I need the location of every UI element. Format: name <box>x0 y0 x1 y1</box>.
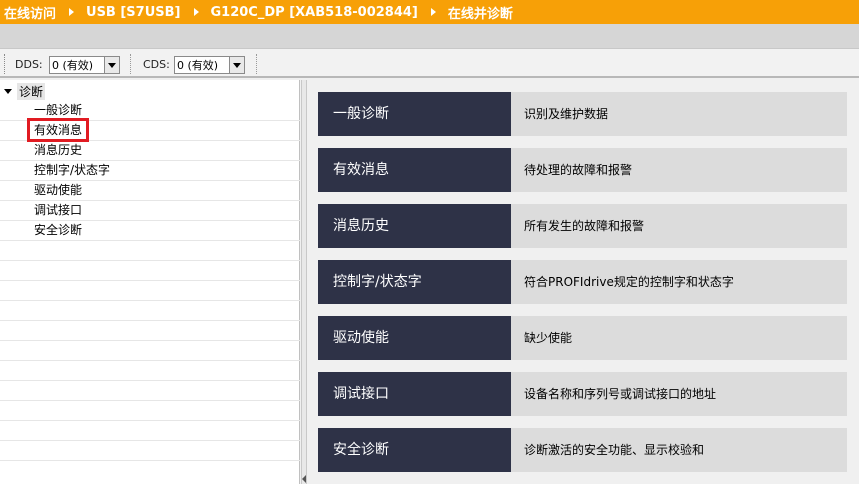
row-divider <box>0 360 300 361</box>
card-description: 设备名称和序列号或调试接口的地址 <box>511 372 847 416</box>
breadcrumb-usb[interactable]: USB [S7USB] <box>86 5 180 20</box>
panel-splitter[interactable] <box>301 80 307 484</box>
row-divider <box>0 280 300 281</box>
card-general-diagnostics[interactable]: 一般诊断 识别及维护数据 <box>318 92 847 136</box>
breadcrumb-separator-icon <box>193 8 199 16</box>
breadcrumb-device[interactable]: G120C_DP [XAB518-002844] <box>211 5 418 20</box>
tree-root-diagnostics[interactable]: 诊断 <box>4 82 46 100</box>
card-safety-diagnostics[interactable]: 安全诊断 诊断激活的安全功能、显示校验和 <box>318 428 847 472</box>
chevron-down-icon <box>108 62 116 68</box>
card-control-status-word[interactable]: 控制字/状态字 符合PROFIdrive规定的控制字和状态字 <box>318 260 847 304</box>
card-message-history[interactable]: 消息历史 所有发生的故障和报警 <box>318 204 847 248</box>
row-divider <box>0 440 300 441</box>
header-strip <box>0 24 859 48</box>
breadcrumb-separator-icon <box>69 8 75 16</box>
breadcrumb-separator-icon <box>430 8 436 16</box>
tree-root-label: 诊断 <box>17 82 46 100</box>
card-title[interactable]: 一般诊断 <box>318 92 511 136</box>
card-title[interactable]: 驱动使能 <box>318 316 511 360</box>
card-title[interactable]: 控制字/状态字 <box>318 260 511 304</box>
collapse-arrow-icon[interactable] <box>4 88 12 94</box>
card-title[interactable]: 安全诊断 <box>318 428 511 472</box>
cds-dropdown-button[interactable] <box>229 57 244 73</box>
tree-item-control-status-word[interactable]: 控制字/状态字 <box>34 161 110 179</box>
card-title[interactable]: 有效消息 <box>318 148 511 192</box>
breadcrumb-online-diagnostics: 在线并诊断 <box>447 6 513 22</box>
tree-item-active-messages[interactable]: 有效消息 <box>26 118 90 142</box>
cds-label: CDS: <box>143 58 170 71</box>
toolbar-divider <box>256 54 257 74</box>
card-description: 诊断激活的安全功能、显示校验和 <box>511 428 847 472</box>
card-drive-enable[interactable]: 驱动使能 缺少使能 <box>318 316 847 360</box>
tree-item-safety-diagnostics[interactable]: 安全诊断 <box>34 221 82 239</box>
dds-dropdown-button[interactable] <box>104 57 119 73</box>
row-divider <box>0 240 300 241</box>
tree-item-message-history[interactable]: 消息历史 <box>34 141 82 159</box>
dds-select[interactable]: 0 (有效) <box>49 56 120 74</box>
chevron-down-icon <box>233 62 241 68</box>
cds-select-value: 0 (有效) <box>177 59 219 72</box>
row-divider <box>0 460 300 461</box>
row-divider <box>0 420 300 421</box>
card-description: 缺少使能 <box>511 316 847 360</box>
toolbar-grip[interactable] <box>4 54 6 74</box>
card-description: 待处理的故障和报警 <box>511 148 847 192</box>
row-divider <box>0 380 300 381</box>
dds-label: DDS: <box>15 58 43 71</box>
breadcrumb-online-access[interactable]: 在线访问 <box>4 3 56 22</box>
tree-item-general-diagnostics[interactable]: 一般诊断 <box>34 101 82 119</box>
card-active-messages[interactable]: 有效消息 待处理的故障和报警 <box>318 148 847 192</box>
diagnostics-overview: 一般诊断 识别及维护数据 有效消息 待处理的故障和报警 消息历史 所有发生的故障… <box>308 80 859 484</box>
row-divider <box>0 300 300 301</box>
toolbar-divider <box>130 54 131 74</box>
row-divider <box>0 340 300 341</box>
collapse-left-icon[interactable] <box>302 475 306 483</box>
card-description: 符合PROFIdrive规定的控制字和状态字 <box>511 260 847 304</box>
cds-select[interactable]: 0 (有效) <box>174 56 245 74</box>
card-title[interactable]: 调试接口 <box>318 372 511 416</box>
tree-item-drive-enable[interactable]: 驱动使能 <box>34 181 82 199</box>
toolbar: DDS: 0 (有效) CDS: 0 (有效) <box>0 48 859 78</box>
card-description: 识别及维护数据 <box>511 92 847 136</box>
breadcrumb: 在线访问 USB [S7USB] G120C_DP [XAB518-002844… <box>0 0 859 24</box>
row-divider <box>0 400 300 401</box>
card-description: 所有发生的故障和报警 <box>511 204 847 248</box>
card-commissioning-interface[interactable]: 调试接口 设备名称和序列号或调试接口的地址 <box>318 372 847 416</box>
row-divider <box>0 320 300 321</box>
navigation-tree: 诊断 一般诊断 有效消息 消息历史 控制字/状态字 驱动使能 调试接口 安全诊断 <box>0 80 300 484</box>
tree-item-commissioning-interface[interactable]: 调试接口 <box>34 201 82 219</box>
dds-select-value: 0 (有效) <box>52 59 94 72</box>
row-divider <box>0 260 300 261</box>
card-title[interactable]: 消息历史 <box>318 204 511 248</box>
